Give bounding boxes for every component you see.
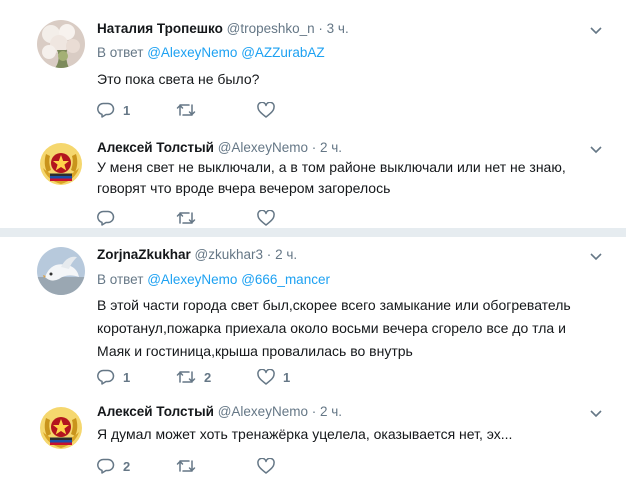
- tweet-4[interactable]: Алексей Толстый @AlexeyNemo · 2 ч. Я дум…: [0, 393, 626, 477]
- avatar-emblem[interactable]: [37, 140, 85, 188]
- like-button[interactable]: 1: [257, 367, 290, 387]
- author-handle[interactable]: @tropeshko_n: [227, 21, 315, 36]
- like-count: 1: [283, 369, 291, 385]
- avatar-emblem[interactable]: [37, 404, 85, 452]
- avatar-flowers[interactable]: [37, 20, 85, 68]
- reply-count: 1: [123, 369, 131, 385]
- chevron-down-icon[interactable]: [590, 253, 602, 261]
- like-button[interactable]: [257, 208, 283, 228]
- separator: ·: [311, 140, 317, 155]
- heart-icon: [257, 102, 275, 118]
- like-button[interactable]: [257, 100, 283, 120]
- retweet-button[interactable]: [176, 208, 204, 228]
- reply-icon: [97, 102, 115, 118]
- author-handle[interactable]: @AlexeyNemo: [218, 140, 308, 155]
- mention-link[interactable]: @AlexeyNemo: [147, 45, 237, 60]
- avatar-dove[interactable]: [37, 247, 85, 295]
- tweet-2[interactable]: Алексей Толстый @AlexeyNemo · 2 ч. У мен…: [0, 132, 626, 228]
- separator: ·: [318, 21, 323, 36]
- reply-prefix: В ответ: [97, 272, 144, 287]
- author-handle[interactable]: @zkukhar3: [195, 247, 263, 262]
- tweet-text: Я думал может хоть тренажёрка уцелела, о…: [97, 426, 513, 442]
- chevron-down-icon[interactable]: [590, 410, 602, 418]
- author-handle[interactable]: @AlexeyNemo: [218, 404, 308, 419]
- mention-link[interactable]: @AlexeyNemo: [147, 272, 237, 287]
- retweet-count: 2: [204, 369, 212, 385]
- author-name[interactable]: Алексей Толстый: [97, 140, 214, 155]
- reply-button[interactable]: 2: [97, 456, 130, 476]
- reply-icon: [97, 369, 115, 385]
- retweet-icon: [176, 212, 196, 224]
- separator: ·: [266, 247, 272, 262]
- reply-icon: [97, 210, 115, 226]
- timestamp[interactable]: 3 ч.: [327, 21, 349, 36]
- reply-prefix: В ответ: [97, 45, 144, 60]
- tweet-3[interactable]: ZorjnaZkukhar @zkukhar3 · 2 ч. В ответ @…: [0, 237, 626, 393]
- retweet-button[interactable]: [176, 100, 204, 120]
- timestamp[interactable]: 2 ч.: [275, 247, 297, 262]
- reply-count: 2: [123, 458, 131, 474]
- heart-icon: [257, 369, 275, 385]
- retweet-button[interactable]: 2: [176, 367, 211, 387]
- like-button[interactable]: [257, 456, 283, 476]
- retweet-icon: [176, 371, 196, 383]
- timestamp[interactable]: 2 ч.: [320, 140, 342, 155]
- reply-button[interactable]: 1: [97, 100, 130, 120]
- chevron-down-icon[interactable]: [590, 146, 602, 154]
- separator: ·: [311, 404, 317, 419]
- retweet-icon: [176, 460, 196, 472]
- reply-button[interactable]: [97, 208, 123, 228]
- mention-link[interactable]: @AZZurabAZ: [241, 45, 324, 60]
- mention-link[interactable]: @666_mancer: [241, 272, 330, 287]
- reply-button[interactable]: 1: [97, 367, 130, 387]
- reply-icon: [97, 458, 115, 474]
- timestamp[interactable]: 2 ч.: [320, 404, 342, 419]
- author-name[interactable]: Наталия Тропешко: [97, 21, 223, 36]
- tweet-text: У меня свет не выключали, а в том районе…: [97, 159, 566, 196]
- tweet-text: В этой части города свет был,скорее всег…: [97, 297, 571, 359]
- retweet-button[interactable]: [176, 456, 204, 476]
- heart-icon: [257, 210, 275, 226]
- heart-icon: [257, 458, 275, 474]
- chevron-down-icon[interactable]: [590, 27, 602, 35]
- tweet-1[interactable]: Наталия Тропешко @tropeshko_n · 3 ч. В о…: [0, 0, 626, 132]
- reply-count: 1: [123, 102, 131, 118]
- retweet-icon: [176, 104, 196, 116]
- tweet-text: Это пока света не было?: [97, 71, 260, 87]
- author-name[interactable]: Алексей Толстый: [97, 404, 214, 419]
- conversation-divider: [0, 228, 626, 237]
- author-name[interactable]: ZorjnaZkukhar: [97, 247, 191, 262]
